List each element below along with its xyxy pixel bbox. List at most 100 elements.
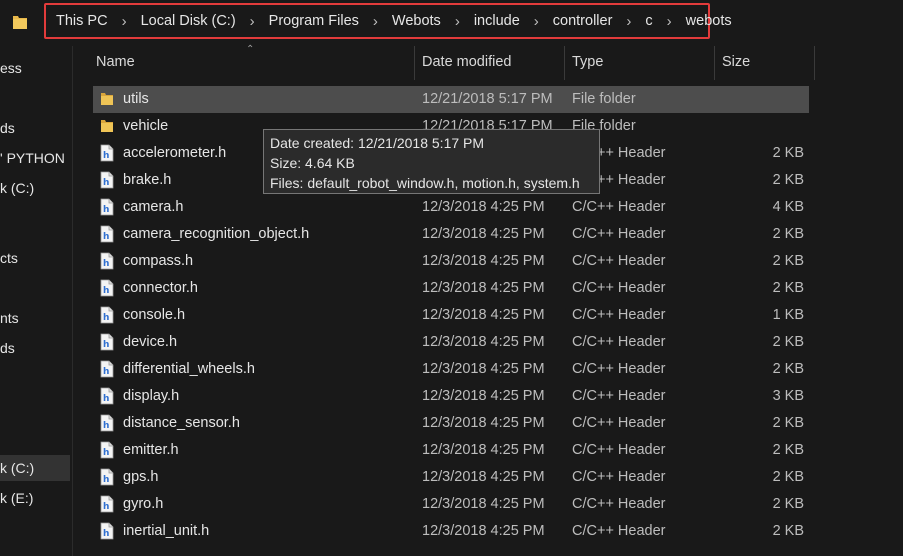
file-name: gps.h	[123, 469, 159, 485]
chevron-right-icon[interactable]: ›	[455, 14, 460, 29]
breadcrumb-segment[interactable]: Local Disk (C:)	[141, 13, 236, 29]
chevron-right-icon[interactable]: ›	[373, 14, 378, 29]
column-header-date[interactable]: Date modified	[422, 46, 511, 80]
header-file-icon: h	[100, 252, 114, 270]
nav-item[interactable]: ds	[0, 115, 70, 141]
nav-item[interactable]: k (C:)	[0, 455, 70, 481]
file-size: 2 KB	[772, 226, 804, 242]
breadcrumb-segment[interactable]: c	[645, 13, 652, 29]
svg-text:h: h	[103, 502, 109, 512]
nav-item-label: cts	[0, 250, 18, 266]
file-row[interactable]: h gyro.h 12/3/2018 4:25 PM C/C++ Header 2 KB	[93, 491, 809, 518]
file-name: utils	[123, 91, 149, 107]
file-row[interactable]: h differential_wheels.h 12/3/2018 4:25 PM C…	[93, 356, 809, 383]
header-file-icon: h	[100, 387, 114, 405]
column-divider[interactable]	[414, 46, 415, 80]
file-date-modified: 12/3/2018 4:25 PM	[422, 199, 545, 215]
svg-text:h: h	[103, 286, 109, 296]
file-name: distance_sensor.h	[123, 415, 240, 431]
file-row[interactable]: h inertial_unit.h 12/3/2018 4:25 PM C/C++ H…	[93, 518, 809, 545]
file-size: 2 KB	[772, 496, 804, 512]
file-name: camera_recognition_object.h	[123, 226, 310, 242]
column-header-size[interactable]: Size	[722, 46, 750, 80]
nav-item-label: ds	[0, 120, 15, 136]
chevron-right-icon[interactable]: ›	[626, 14, 631, 29]
sort-arrow-icon: ⌃	[246, 44, 255, 55]
svg-text:h: h	[103, 232, 109, 242]
nav-item[interactable]: cts	[0, 245, 70, 271]
file-size: 2 KB	[772, 145, 804, 161]
file-row[interactable]: h camera.h 12/3/2018 4:25 PM C/C++ Header 4 …	[93, 194, 809, 221]
breadcrumb-segment[interactable]: controller	[553, 13, 613, 29]
breadcrumb-segment[interactable]: Program Files	[269, 13, 359, 29]
file-row[interactable]: h gps.h 12/3/2018 4:25 PM C/C++ Header 2 KB	[93, 464, 809, 491]
file-size: 1 KB	[772, 307, 804, 323]
svg-text:h: h	[103, 151, 109, 161]
breadcrumb-segment[interactable]: webots	[686, 13, 732, 29]
file-date-modified: 12/3/2018 4:25 PM	[422, 226, 545, 242]
file-name: brake.h	[123, 172, 172, 188]
header-file-icon: h	[100, 468, 114, 486]
folder-icon	[100, 90, 114, 108]
header-file-icon: h	[100, 360, 114, 378]
nav-item[interactable]: ' PYTHON	[0, 145, 70, 171]
svg-text:h: h	[103, 340, 109, 350]
tooltip-files: Files: default_robot_window.h, motion.h,…	[270, 175, 580, 191]
file-row[interactable]: h display.h 12/3/2018 4:25 PM C/C++ Header 3…	[93, 383, 809, 410]
file-date-modified: 12/3/2018 4:25 PM	[422, 496, 545, 512]
nav-item[interactable]: k (E:)	[0, 485, 70, 511]
file-name: inertial_unit.h	[123, 523, 210, 539]
header-file-icon: h	[100, 225, 114, 243]
nav-item[interactable]: nts	[0, 305, 70, 331]
file-type: C/C++ Header	[572, 523, 666, 539]
file-row[interactable]: h emitter.h 12/3/2018 4:25 PM C/C++ Header 2…	[93, 437, 809, 464]
column-divider[interactable]	[714, 46, 715, 80]
file-size: 2 KB	[772, 172, 804, 188]
column-divider[interactable]	[814, 46, 815, 80]
nav-item[interactable]: ds	[0, 335, 70, 361]
file-size: 2 KB	[772, 415, 804, 431]
file-row[interactable]: h console.h 12/3/2018 4:25 PM C/C++ Header 1…	[93, 302, 809, 329]
breadcrumb[interactable]: This PC › Local Disk (C:) › Program Files › We…	[44, 3, 732, 39]
column-headers: ⌃ Name Date modified Type Size	[73, 44, 903, 80]
file-name: differential_wheels.h	[123, 361, 255, 377]
nav-item-label: k (C:)	[0, 460, 35, 476]
header-file-icon: h	[100, 495, 114, 513]
column-header-name[interactable]: Name	[96, 46, 135, 80]
navigation-pane[interactable]: ess ds ' PYTHON k (C:) cts nts ds k (C:) k (E:)	[0, 46, 70, 556]
file-row[interactable]: h camera_recognition_object.h 12/3/2018 4:…	[93, 221, 809, 248]
nav-item-label: k (E:)	[0, 490, 34, 506]
file-row[interactable]: h device.h 12/3/2018 4:25 PM C/C++ Header 2 …	[93, 329, 809, 356]
file-size: 2 KB	[772, 442, 804, 458]
address-bar[interactable]: This PC › Local Disk (C:) › Program Files › We…	[0, 0, 903, 46]
chevron-right-icon[interactable]: ›	[667, 14, 672, 29]
header-file-icon: h	[100, 522, 114, 540]
nav-item-label: ' PYTHON	[0, 150, 65, 166]
file-size: 2 KB	[772, 280, 804, 296]
svg-text:h: h	[103, 178, 109, 188]
nav-item-label: ds	[0, 340, 15, 356]
breadcrumb-segment[interactable]: include	[474, 13, 520, 29]
folder-info-tooltip: Date created: 12/21/2018 5:17 PM Size: 4…	[263, 129, 600, 194]
file-row[interactable]: h distance_sensor.h 12/3/2018 4:25 PM C/C++…	[93, 410, 809, 437]
file-date-modified: 12/3/2018 4:25 PM	[422, 253, 545, 269]
file-date-modified: 12/3/2018 4:25 PM	[422, 307, 545, 323]
file-row[interactable]: utils 12/21/2018 5:17 PM File folder	[93, 86, 809, 113]
header-file-icon: h	[100, 198, 114, 216]
file-row[interactable]: h compass.h 12/3/2018 4:25 PM C/C++ Header 2…	[93, 248, 809, 275]
breadcrumb-segment[interactable]: This PC	[56, 13, 108, 29]
column-divider[interactable]	[564, 46, 565, 80]
header-file-icon: h	[100, 441, 114, 459]
nav-item[interactable]: ess	[0, 55, 70, 81]
chevron-right-icon[interactable]: ›	[534, 14, 539, 29]
breadcrumb-segment[interactable]: Webots	[392, 13, 441, 29]
column-header-type[interactable]: Type	[572, 46, 603, 80]
file-size: 2 KB	[772, 253, 804, 269]
svg-text:h: h	[103, 448, 109, 458]
header-file-icon: h	[100, 171, 114, 189]
chevron-right-icon[interactable]: ›	[122, 14, 127, 29]
chevron-right-icon[interactable]: ›	[250, 14, 255, 29]
nav-item[interactable]: k (C:)	[0, 175, 70, 201]
header-file-icon: h	[100, 144, 114, 162]
file-row[interactable]: h connector.h 12/3/2018 4:25 PM C/C++ Heade…	[93, 275, 809, 302]
